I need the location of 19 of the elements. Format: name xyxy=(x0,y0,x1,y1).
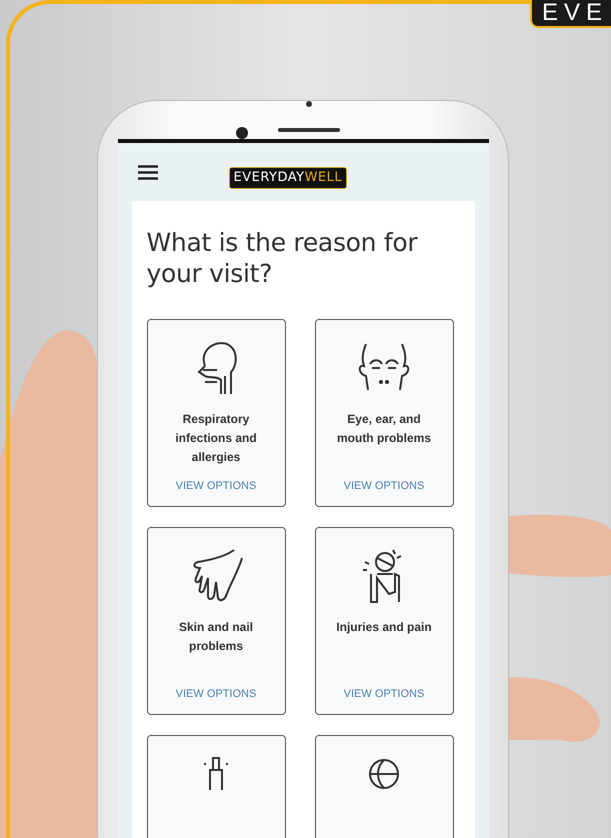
logo: EVERYDAYWELL xyxy=(228,167,348,189)
option-card[interactable]: Injuries and pain VIEW OPTIONS xyxy=(314,527,454,715)
brand-tag: EVE xyxy=(530,0,611,28)
option-card[interactable]: Skin and nail problems VIEW OPTIONS xyxy=(146,527,286,715)
card-title: Injuries and pain xyxy=(336,619,432,636)
view-options-link[interactable]: VIEW OPTIONS xyxy=(344,480,424,492)
view-options-link[interactable]: VIEW OPTIONS xyxy=(176,688,256,700)
option-card[interactable]: Respiratory infections and allergies VIEW OPTIONS xyxy=(146,319,286,507)
card-title: Skin and nail problems xyxy=(178,619,254,655)
camera-icon xyxy=(236,127,248,139)
card-title: Respiratory infections and allergies xyxy=(174,411,258,466)
view-options-link[interactable]: VIEW OPTIONS xyxy=(344,688,424,700)
page-heading: What is the reason for your visit? xyxy=(146,227,419,289)
view-options-link[interactable]: VIEW OPTIONS xyxy=(176,480,256,492)
sensor-icon xyxy=(306,101,312,107)
menu-icon[interactable] xyxy=(138,164,158,180)
card-title: Eye, ear, and mouth problems xyxy=(336,411,432,447)
speaker-icon xyxy=(278,128,340,132)
option-card[interactable]: Eye, ear, and mouth problems VIEW OPTIONS xyxy=(314,319,454,507)
